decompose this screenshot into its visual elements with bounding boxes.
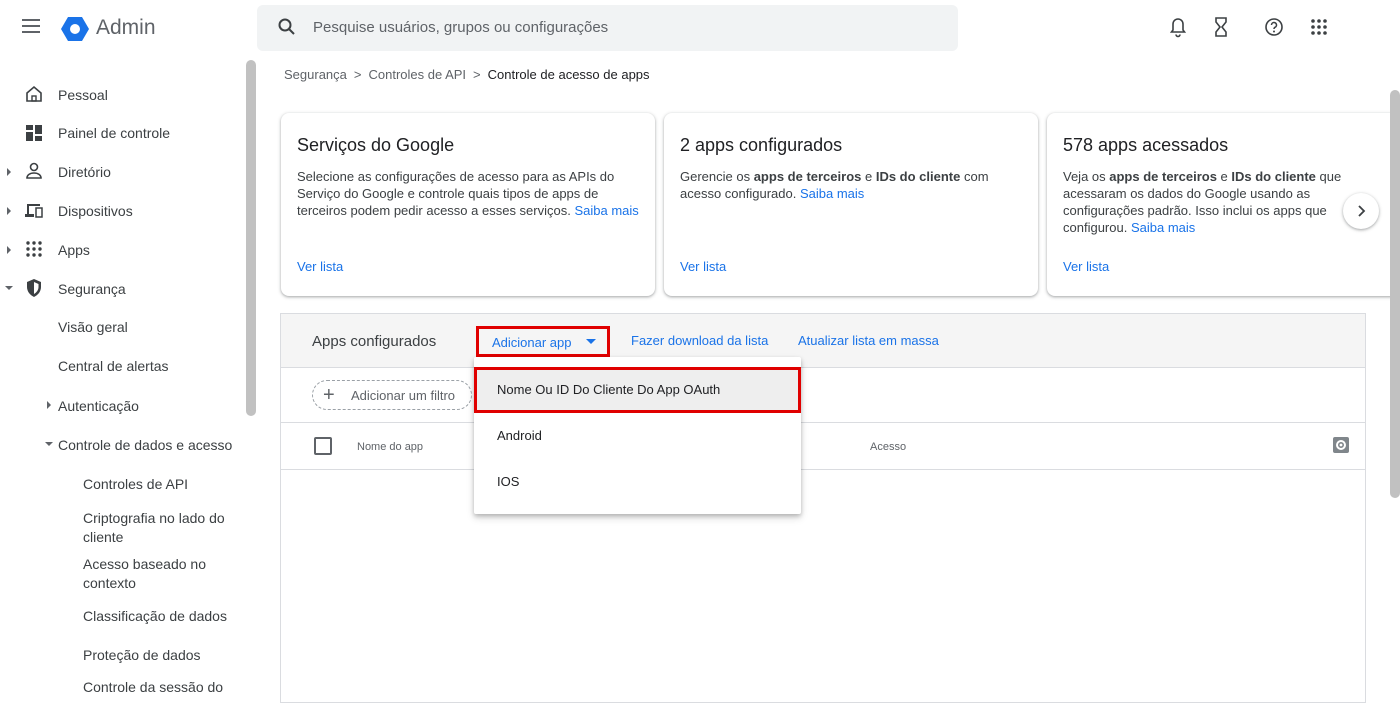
- sidebar-item-pessoal[interactable]: Pessoal: [58, 87, 108, 103]
- collapse-arrow-icon[interactable]: [45, 442, 53, 446]
- sidebar-item-classificacao[interactable]: Classificação de dados: [83, 608, 227, 624]
- add-filter-label: Adicionar um filtro: [351, 388, 456, 403]
- apps-icon: [26, 241, 42, 257]
- help-icon[interactable]: [1262, 15, 1286, 39]
- card-title: Serviços do Google: [297, 135, 455, 155]
- sidebar-item-controle-dados[interactable]: Controle de dados e acesso: [58, 437, 232, 453]
- sidebar-item-diretorio[interactable]: Diretório: [58, 164, 111, 180]
- dashboard-icon: [26, 125, 42, 141]
- search-input[interactable]: Pesquise usuários, grupos ou configuraçõ…: [313, 19, 608, 36]
- chevron-right-icon: [1358, 205, 1366, 217]
- menu-item-android[interactable]: Android: [474, 413, 801, 459]
- add-app-label: Adicionar app: [492, 335, 572, 350]
- sidebar-item-criptografia[interactable]: Criptografia no lado do cliente: [83, 509, 233, 547]
- page-scrollbar[interactable]: [1390, 90, 1400, 498]
- sidebar-item-visao-geral[interactable]: Visão geral: [58, 319, 128, 335]
- saiba-mais-link[interactable]: Saiba mais: [574, 203, 638, 218]
- card-description: Veja os apps de terceiros e IDs do clien…: [1063, 169, 1342, 235]
- download-list-button[interactable]: Fazer download da lista: [631, 333, 768, 348]
- card-servicos-google: Serviços do Google Selecione as configur…: [281, 113, 655, 296]
- bulk-update-button[interactable]: Atualizar lista em massa: [798, 333, 939, 348]
- menu-item-ios[interactable]: IOS: [474, 459, 801, 505]
- ver-lista-link[interactable]: Ver lista: [1063, 259, 1109, 274]
- sidebar-scrollbar[interactable]: [246, 60, 256, 416]
- sidebar-item-dispositivos[interactable]: Dispositivos: [58, 203, 133, 219]
- card-apps-configurados: 2 apps configurados Gerencie os apps de …: [664, 113, 1038, 296]
- expand-arrow-icon[interactable]: [7, 168, 11, 176]
- menu-item-label: Nome Ou ID Do Cliente Do App OAuth: [497, 382, 721, 397]
- card-description: Gerencie os apps de terceiros e IDs do c…: [680, 169, 989, 201]
- card-title: 578 apps acessados: [1063, 135, 1229, 155]
- column-header-access[interactable]: Acesso: [870, 441, 906, 453]
- sidebar-item-painel[interactable]: Painel de controle: [58, 125, 170, 141]
- top-bar: Admin Pesquise usuários, grupos ou confi…: [0, 0, 1400, 58]
- apps-grid-icon[interactable]: [1307, 15, 1331, 39]
- bell-icon[interactable]: [1166, 15, 1190, 39]
- sidebar-item-protecao[interactable]: Proteção de dados: [83, 647, 201, 663]
- collapse-arrow-icon[interactable]: [5, 286, 13, 290]
- carousel-next-button[interactable]: [1343, 193, 1379, 229]
- sidebar-item-controle-sessao[interactable]: Controle da sessão do: [83, 679, 223, 695]
- expand-arrow-icon[interactable]: [7, 246, 11, 254]
- ver-lista-link[interactable]: Ver lista: [297, 259, 343, 274]
- ver-lista-link[interactable]: Ver lista: [680, 259, 726, 274]
- column-header-app-name[interactable]: Nome do app: [357, 441, 423, 453]
- menu-item-oauth[interactable]: Nome Ou ID Do Cliente Do App OAuth: [474, 367, 801, 413]
- table-header: Nome do app Acesso: [281, 422, 1365, 470]
- app-title[interactable]: Admin: [96, 16, 156, 40]
- expand-arrow-icon[interactable]: [7, 207, 11, 215]
- configured-apps-panel: Apps configurados Adicionar app Fazer do…: [280, 313, 1366, 703]
- devices-icon: [25, 204, 43, 218]
- sidebar-item-autenticacao[interactable]: Autenticação: [58, 398, 139, 414]
- breadcrumb-current: Controle de acesso de apps: [487, 67, 650, 82]
- panel-title: Apps configurados: [312, 333, 437, 350]
- add-app-button[interactable]: Adicionar app: [476, 326, 610, 357]
- panel-header: Apps configurados Adicionar app Fazer do…: [281, 314, 1365, 368]
- add-app-dropdown-menu: Nome Ou ID Do Cliente Do App OAuth Andro…: [474, 357, 801, 514]
- breadcrumb: Segurança > Controles de API > Controle de a…: [284, 67, 650, 82]
- saiba-mais-link[interactable]: Saiba mais: [800, 186, 864, 201]
- gear-icon[interactable]: [1333, 437, 1349, 453]
- search-bar[interactable]: Pesquise usuários, grupos ou configuraçõ…: [257, 5, 958, 51]
- expand-arrow-icon[interactable]: [47, 401, 51, 409]
- add-filter-button[interactable]: + Adicionar um filtro: [312, 380, 472, 410]
- breadcrumb-separator: >: [473, 67, 481, 82]
- card-title: 2 apps configurados: [680, 135, 843, 155]
- shield-icon: [27, 279, 41, 297]
- search-icon[interactable]: [277, 17, 297, 37]
- hourglass-icon[interactable]: [1209, 15, 1233, 39]
- sidebar: Pessoal Painel de controle Diretório Dis…: [0, 58, 258, 703]
- sidebar-item-central-alertas[interactable]: Central de alertas: [58, 358, 169, 374]
- person-icon: [26, 162, 42, 179]
- sidebar-item-controles-api[interactable]: Controles de API: [83, 476, 188, 492]
- sidebar-item-acesso-contexto[interactable]: Acesso baseado no contexto: [83, 555, 233, 593]
- caret-down-icon: [586, 339, 596, 344]
- breadcrumb-controles-api[interactable]: Controles de API: [368, 67, 466, 82]
- select-all-checkbox[interactable]: [314, 437, 332, 455]
- breadcrumb-seguranca[interactable]: Segurança: [284, 67, 347, 82]
- breadcrumb-separator: >: [353, 67, 362, 82]
- home-icon: [26, 85, 42, 102]
- sidebar-item-apps[interactable]: Apps: [58, 242, 90, 258]
- sidebar-item-seguranca[interactable]: Segurança: [58, 281, 126, 297]
- plus-icon: +: [323, 384, 335, 406]
- menu-item-label: Android: [497, 428, 542, 443]
- saiba-mais-link[interactable]: Saiba mais: [1131, 220, 1195, 235]
- menu-item-label: IOS: [497, 474, 520, 489]
- main-menu-icon[interactable]: [22, 19, 40, 33]
- admin-logo-icon[interactable]: [60, 16, 90, 42]
- card-description: Selecione as configurações de acesso par…: [297, 169, 639, 218]
